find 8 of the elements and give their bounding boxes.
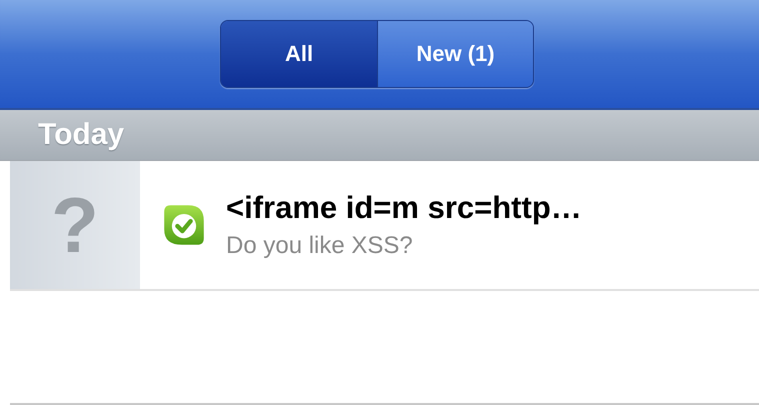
message-title: <iframe id=m src=http… xyxy=(226,190,582,226)
section-header: Today xyxy=(0,110,759,161)
message-row[interactable]: ? <iframe id=m src=http… Do you like XSS? xyxy=(10,161,759,291)
online-status-icon xyxy=(162,203,206,247)
segment-tab[interactable]: New (1) xyxy=(377,21,533,87)
avatar-placeholder: ? xyxy=(10,161,140,289)
segment-tab[interactable]: All xyxy=(221,21,377,87)
message-preview: Do you like XSS? xyxy=(226,232,414,260)
